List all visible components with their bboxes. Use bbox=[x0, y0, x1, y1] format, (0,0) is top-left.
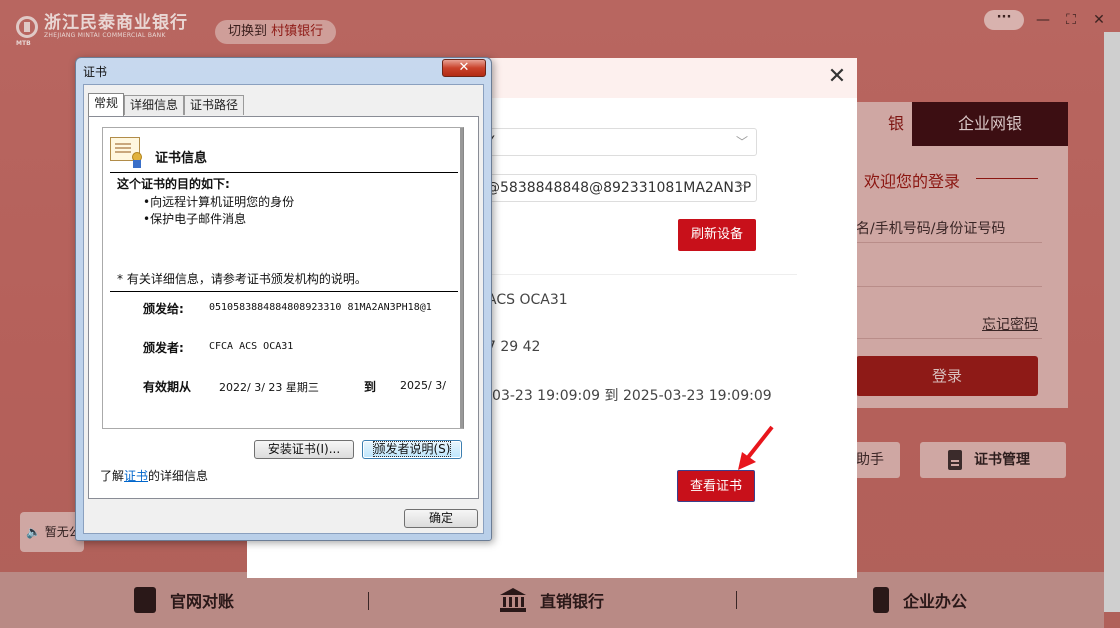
bottom-item-direct-bank[interactable]: 直销银行 bbox=[368, 588, 736, 612]
bottom-label: 企业办公 bbox=[902, 592, 967, 611]
phone-icon bbox=[872, 587, 889, 613]
maximize-icon[interactable]: ⛶ bbox=[1062, 12, 1080, 28]
bank-icon bbox=[499, 588, 526, 612]
switch-prefix: 切换到 bbox=[228, 24, 268, 39]
refresh-device-button[interactable]: 刷新设备 bbox=[678, 219, 756, 251]
welcome-text: 欢迎您的登录 bbox=[864, 172, 961, 191]
bottom-label: 官网对账 bbox=[169, 592, 234, 611]
window-controls: ··· — ⛶ ✕ bbox=[984, 10, 1108, 30]
bottom-item-reconcile[interactable]: 官网对账 bbox=[0, 587, 368, 613]
cert-info-box: 证书信息 这个证书的目的如下: •向远程计算机证明您的身份 •保护电子邮件消息 … bbox=[102, 127, 464, 429]
chevron-down-icon: ﹀ bbox=[735, 181, 748, 195]
annotation-arrow-icon bbox=[738, 425, 774, 470]
forgot-underline bbox=[856, 338, 1042, 339]
scrollbar[interactable] bbox=[460, 128, 463, 428]
certificate-window: 证书 ✕ 常规 详细信息 证书路径 证书信息 这个证书的目的如下: •向远程计算… bbox=[75, 57, 492, 541]
divider bbox=[110, 172, 458, 173]
tab-strip: 常规 详细信息 证书路径 bbox=[88, 93, 245, 116]
issuer-statement-label: 颁发者说明(S) bbox=[372, 441, 452, 457]
cert-info-heading: 证书信息 bbox=[155, 151, 208, 166]
cert-note: * 有关详细信息，请参考证书颁发机构的说明。 bbox=[117, 272, 367, 286]
switch-bank-button[interactable]: 切换到 村镇银行 bbox=[215, 20, 337, 44]
bottom-bar: 官网对账 直销银行 企业办公 bbox=[0, 572, 1104, 628]
cert-select[interactable]: @5838848848@892331081MA2AN3P ﹀ bbox=[479, 174, 757, 202]
issuer-statement-button[interactable]: 颁发者说明(S) bbox=[362, 440, 462, 459]
tab-enterprise[interactable]: 企业网银 bbox=[912, 102, 1068, 146]
window-title: 证书 bbox=[83, 65, 108, 79]
purpose-item: •保护电子邮件消息 bbox=[143, 212, 247, 226]
issued-to-value: 0510583884884808923310 81MA2AN3PH18@1 bbox=[209, 302, 432, 313]
learn-more-link[interactable]: 证书 bbox=[124, 469, 148, 483]
issued-to-label: 颁发给: bbox=[143, 302, 184, 316]
speaker-icon: 🔈 bbox=[26, 525, 41, 539]
cert-select-value: @5838848848@892331081MA2AN3P bbox=[486, 180, 752, 196]
cert-management-button[interactable]: 证书管理 bbox=[920, 442, 1066, 478]
purpose-title: 这个证书的目的如下: bbox=[117, 177, 230, 191]
learn-prefix: 了解 bbox=[100, 469, 125, 483]
validity-value: -03-23 19:09:09 到 2025-03-23 19:09:09 bbox=[487, 388, 772, 404]
bank-logo: 浙江民泰商业银行 ZHEJIANG MINTAI COMMERCIAL BANK… bbox=[16, 13, 188, 47]
learn-suffix: 的详细信息 bbox=[148, 469, 209, 483]
welcome-divider bbox=[976, 178, 1038, 179]
bottom-label: 直销银行 bbox=[539, 592, 604, 611]
purpose-item: •向远程计算机证明您的身份 bbox=[143, 195, 295, 209]
certificate-icon bbox=[110, 137, 142, 168]
device-select[interactable]: Y ﹀ bbox=[479, 128, 757, 156]
tab-general[interactable]: 常规 bbox=[88, 93, 125, 116]
switch-target: 村镇银行 bbox=[271, 24, 324, 39]
username-underline bbox=[856, 242, 1042, 243]
logo-mark-icon bbox=[16, 16, 38, 38]
issuer-value: ACS OCA31 bbox=[487, 292, 568, 308]
scrollbar[interactable] bbox=[1104, 32, 1120, 612]
tab-cert-path[interactable]: 证书路径 bbox=[184, 95, 245, 115]
valid-from-label: 有效期从 bbox=[143, 380, 192, 394]
logo-name-cn: 浙江民泰商业银行 bbox=[44, 13, 188, 33]
issued-by-value: CFCA ACS OCA31 bbox=[209, 341, 294, 352]
valid-from-value: 2022/ 3/ 23 星期三 bbox=[219, 381, 319, 394]
bottom-item-office[interactable]: 企业办公 bbox=[736, 587, 1104, 613]
issued-by-label: 颁发者: bbox=[143, 341, 184, 355]
more-button[interactable]: ··· bbox=[984, 10, 1024, 30]
divider bbox=[110, 291, 458, 292]
close-icon[interactable]: ✕ bbox=[442, 59, 486, 77]
chevron-down-icon: ﹀ bbox=[735, 135, 748, 149]
tab-details[interactable]: 详细信息 bbox=[124, 95, 185, 115]
username-field[interactable]: 名/手机号码/身份证号码 bbox=[856, 218, 1005, 238]
receipt-icon bbox=[133, 587, 156, 613]
password-underline bbox=[856, 286, 1042, 287]
logo-abbr: MTB bbox=[16, 40, 31, 47]
serial-value: 7 29 42 bbox=[487, 339, 541, 355]
top-bar: 浙江民泰商业银行 ZHEJIANG MINTAI COMMERCIAL BANK… bbox=[0, 0, 1120, 60]
ok-button[interactable]: 确定 bbox=[404, 509, 478, 528]
cert-management-label: 证书管理 bbox=[974, 452, 1030, 468]
view-cert-button[interactable]: 查看证书 bbox=[677, 470, 755, 502]
install-cert-button[interactable]: 安装证书(I)... bbox=[254, 440, 354, 459]
minimize-icon[interactable]: — bbox=[1034, 12, 1052, 28]
login-button[interactable]: 登录 bbox=[856, 356, 1038, 396]
window-body: 常规 详细信息 证书路径 证书信息 这个证书的目的如下: •向远程计算机证明您的… bbox=[83, 84, 484, 534]
learn-more-text: 了解证书的详细信息 bbox=[100, 467, 208, 484]
certificate-doc-icon bbox=[948, 450, 962, 470]
general-panel: 证书信息 这个证书的目的如下: •向远程计算机证明您的身份 •保护电子邮件消息 … bbox=[88, 116, 479, 499]
logo-name-en: ZHEJIANG MINTAI COMMERCIAL BANK bbox=[44, 32, 166, 39]
close-icon[interactable]: ✕ bbox=[1090, 12, 1108, 28]
valid-to-value: 2025/ 3/ bbox=[400, 379, 446, 392]
login-panel: 银 企业网银 欢迎您的登录 名/手机号码/身份证号码 忘记密码 登录 bbox=[820, 102, 1068, 408]
valid-to-word: 到 bbox=[364, 380, 377, 394]
close-icon[interactable]: ✕ bbox=[825, 66, 849, 90]
forgot-password-link[interactable]: 忘记密码 bbox=[982, 314, 1038, 334]
